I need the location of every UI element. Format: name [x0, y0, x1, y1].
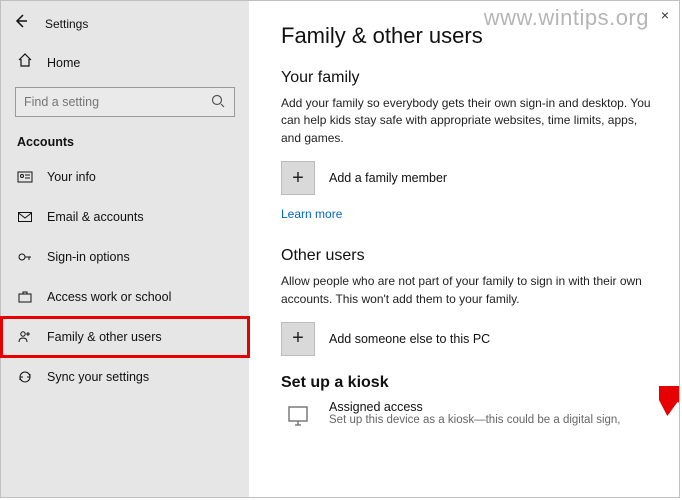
search-box[interactable]: [15, 87, 235, 117]
briefcase-icon: [17, 289, 33, 305]
section-your-family: Your family: [281, 69, 651, 87]
sidebar: Settings Home Accounts: [1, 1, 249, 497]
sidebar-item-label: Your info: [47, 170, 96, 184]
assigned-access-row[interactable]: Assigned access Set up this device as a …: [281, 400, 651, 434]
kiosk-title: Assigned access: [329, 400, 621, 414]
sidebar-item-your-info[interactable]: Your info: [1, 157, 249, 197]
kiosk-icon: [281, 400, 315, 434]
home-icon: [17, 52, 33, 73]
close-button[interactable]: ×: [661, 7, 669, 23]
plus-icon: +: [281, 322, 315, 356]
family-description: Add your family so everybody gets their …: [281, 95, 651, 147]
page-title: Family & other users: [281, 23, 651, 49]
search-icon: [210, 93, 226, 112]
annotation-arrow: [659, 386, 679, 451]
key-icon: [17, 249, 33, 265]
sync-icon: [17, 369, 33, 385]
kiosk-subtitle: Set up this device as a kiosk—this could…: [329, 414, 621, 426]
sidebar-item-label: Email & accounts: [47, 210, 144, 224]
sidebar-item-sync[interactable]: Sync your settings: [1, 357, 249, 397]
learn-more-link[interactable]: Learn more: [281, 207, 342, 221]
sidebar-item-label: Sync your settings: [47, 370, 149, 384]
main-content: Family & other users Your family Add you…: [249, 1, 679, 497]
settings-window: www.wintips.org × Settings Home: [0, 0, 680, 498]
sidebar-item-family[interactable]: Family & other users: [1, 317, 249, 357]
sidebar-nav: Your info Email & accounts Sign-in optio…: [1, 157, 249, 397]
search-input[interactable]: [24, 95, 210, 109]
add-other-label: Add someone else to this PC: [329, 332, 490, 346]
section-kiosk: Set up a kiosk: [281, 374, 651, 392]
plus-icon: +: [281, 161, 315, 195]
sidebar-item-label: Access work or school: [47, 290, 171, 304]
home-label: Home: [47, 56, 80, 70]
add-other-user-row[interactable]: + Add someone else to this PC: [281, 322, 651, 356]
sidebar-item-label: Sign-in options: [47, 250, 130, 264]
mail-icon: [17, 209, 33, 225]
add-family-label: Add a family member: [329, 171, 447, 185]
sidebar-item-home[interactable]: Home: [1, 44, 249, 81]
sidebar-heading: Accounts: [1, 125, 249, 157]
sidebar-item-label: Family & other users: [47, 330, 162, 344]
back-button[interactable]: [13, 13, 29, 34]
window-title: Settings: [45, 17, 88, 31]
sidebar-item-signin[interactable]: Sign-in options: [1, 237, 249, 277]
other-description: Allow people who are not part of your fa…: [281, 273, 651, 308]
sidebar-item-email[interactable]: Email & accounts: [1, 197, 249, 237]
user-card-icon: [17, 169, 33, 185]
section-other-users: Other users: [281, 247, 651, 265]
sidebar-item-work[interactable]: Access work or school: [1, 277, 249, 317]
people-icon: [17, 329, 33, 345]
add-family-member-row[interactable]: + Add a family member: [281, 161, 651, 195]
